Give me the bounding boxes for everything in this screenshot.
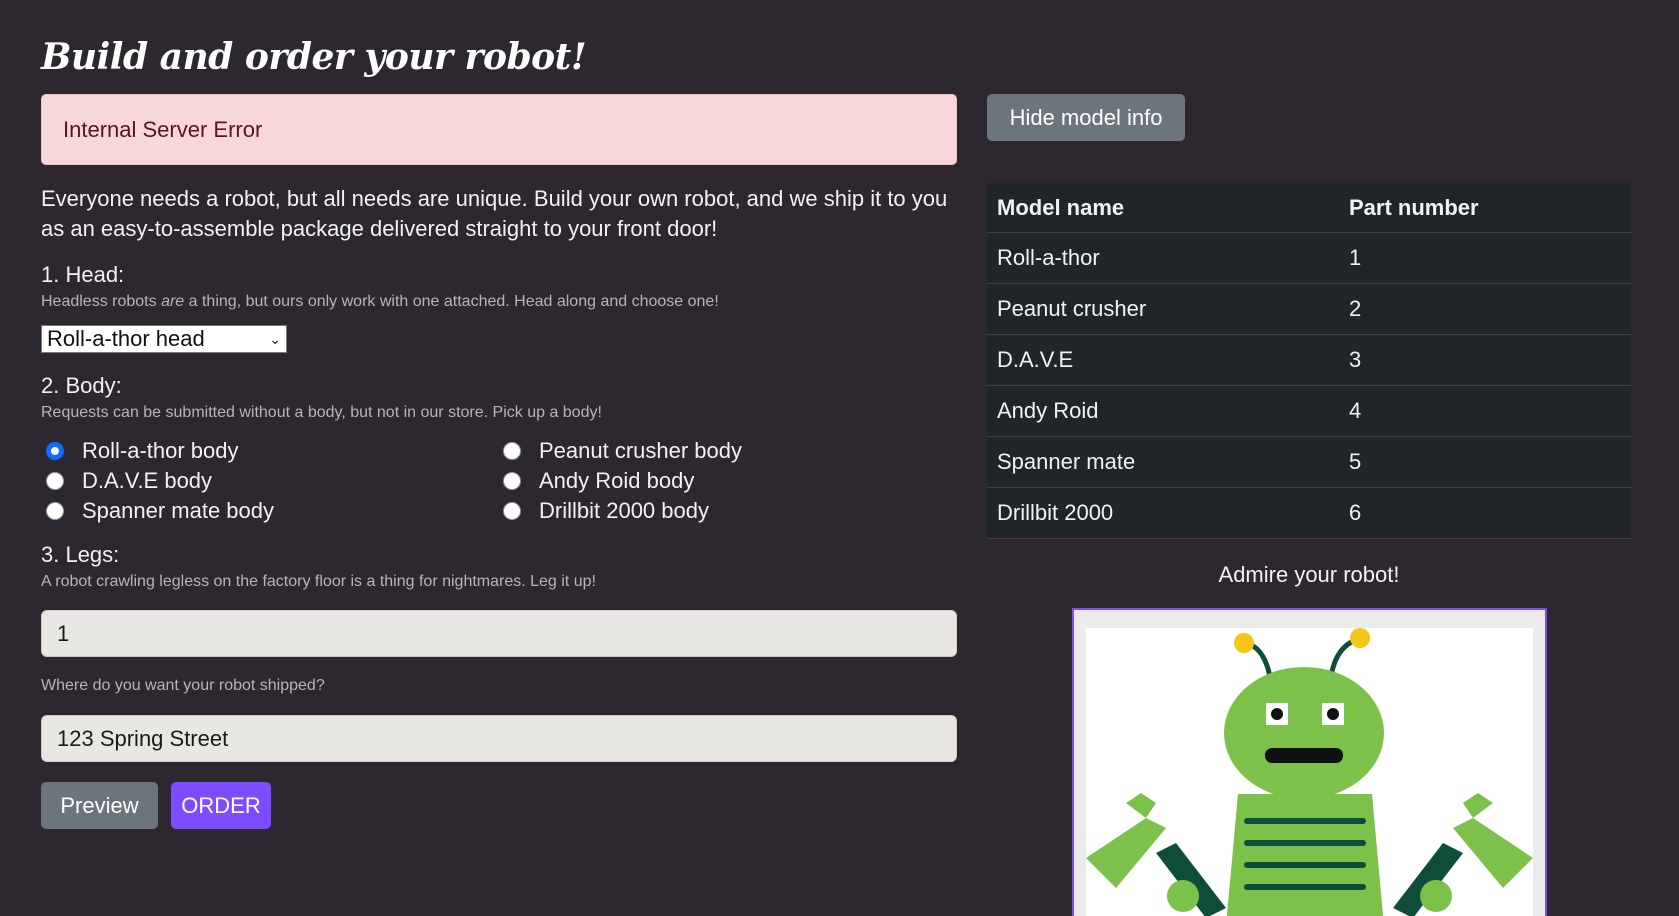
radio-button[interactable] [46,472,64,490]
model-info-panel: Hide model info Model name Part number R… [987,94,1631,916]
table-row: Andy Roid 4 [987,385,1631,437]
preview-button[interactable]: Preview [41,782,158,829]
body-help: Requests can be submitted without a body… [41,404,602,421]
legs-help: A robot crawling legless on the factory … [41,573,596,590]
part-number: 6 [1339,487,1631,539]
model-name: D.A.V.E [987,334,1339,386]
body-option-andy-roid[interactable]: Andy Roid body [503,468,903,494]
radio-button[interactable] [46,442,64,460]
table-row: Drillbit 2000 6 [987,487,1631,539]
robot-head [1224,667,1384,799]
column-header: Model name [987,183,1339,233]
model-name: Roll-a-thor [987,232,1339,284]
part-number: 2 [1339,283,1631,335]
head-label: 1. Head: [41,262,125,287]
error-alert: Internal Server Error [41,94,957,165]
legs-label: 3. Legs: [41,542,120,567]
robot-body [1226,794,1384,916]
model-info-table: Model name Part number Roll-a-thor 1 Pea… [987,183,1631,539]
preview-caption: Admire your robot! [1218,562,1400,587]
antenna-tip-left [1234,633,1254,653]
page-title: Build and order your robot! [41,36,587,78]
hide-model-info-button[interactable]: Hide model info [987,94,1185,141]
model-name: Andy Roid [987,385,1339,437]
radio-button[interactable] [503,472,521,490]
model-name: Peanut crusher [987,283,1339,335]
robot-preview-image [1086,628,1533,916]
body-option-drillbit-2000[interactable]: Drillbit 2000 body [503,498,903,524]
table-row: Peanut crusher 2 [987,283,1631,335]
model-name: Drillbit 2000 [987,487,1339,539]
body-option-dave[interactable]: D.A.V.E body [46,468,503,494]
table-row: Spanner mate 5 [987,436,1631,488]
table-header-row: Model name Part number [987,183,1631,233]
model-name: Spanner mate [987,436,1339,488]
part-number: 4 [1339,385,1631,437]
address-input-value: 123 Spring Street [57,725,229,751]
order-form: Internal Server Error Everyone needs a r… [41,94,957,829]
radio-button[interactable] [46,502,64,520]
legs-input[interactable]: 1 [41,610,957,657]
part-number: 5 [1339,436,1631,488]
table-row: D.A.V.E 3 [987,334,1631,386]
robot-mouth [1265,748,1343,763]
column-header: Part number [1339,183,1631,233]
head-select[interactable]: Roll-a-thor head ⌄ [41,325,287,353]
body-radio-group: Roll-a-thor body Peanut crusher body D.A… [41,438,957,524]
order-button[interactable]: ORDER [171,782,271,829]
chevron-down-icon: ⌄ [269,330,281,347]
head-help: Headless robots are a thing, but ours on… [41,293,719,310]
intro-text: Everyone needs a robot, but all needs ar… [41,186,948,241]
robot-illustration [1086,628,1533,916]
radio-button[interactable] [503,502,521,520]
robot-preview [1072,608,1547,916]
body-option-roll-a-thor[interactable]: Roll-a-thor body [46,438,503,464]
body-option-spanner-mate[interactable]: Spanner mate body [46,498,503,524]
body-option-peanut-crusher[interactable]: Peanut crusher body [503,438,903,464]
address-input[interactable]: 123 Spring Street [41,715,957,762]
table-row: Roll-a-thor 1 [987,232,1631,284]
antenna-tip-right [1350,628,1370,648]
error-alert-message: Internal Server Error [63,116,263,142]
part-number: 3 [1339,334,1631,386]
radio-button[interactable] [503,442,521,460]
page: Build and order your robot! Internal Ser… [0,0,1679,916]
form-actions: Preview ORDER [41,782,957,829]
legs-input-value: 1 [57,620,70,646]
head-select-value: Roll-a-thor head [47,326,205,351]
address-help: Where do you want your robot shipped? [41,677,325,694]
part-number: 1 [1339,232,1631,284]
body-label: 2. Body: [41,373,122,398]
